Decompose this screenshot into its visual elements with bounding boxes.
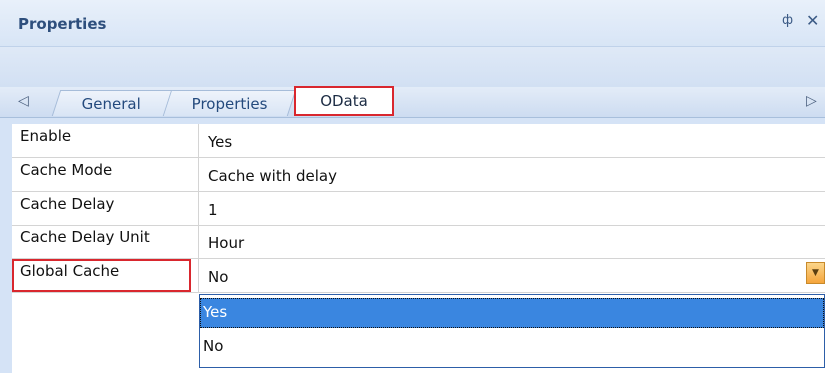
property-row-enable[interactable]: Enable Yes [12, 124, 825, 158]
property-name: Global Cache [12, 259, 199, 292]
grid-left-margin [0, 124, 12, 373]
property-value[interactable]: 1 [200, 192, 825, 225]
property-row-cache-mode[interactable]: Cache Mode Cache with delay [12, 158, 825, 192]
property-value[interactable]: Yes [200, 124, 825, 157]
tab-general-label: General [82, 94, 142, 113]
property-row-cache-delay[interactable]: Cache Delay 1 [12, 192, 825, 226]
dropdown-arrow-button[interactable]: ▼ [806, 262, 825, 284]
pin-icon[interactable]: ф [782, 13, 793, 28]
tab-odata-label: OData [320, 92, 368, 110]
tab-general[interactable]: General [51, 90, 173, 116]
property-value[interactable]: Cache with delay [200, 158, 825, 191]
panel-title: Properties [18, 15, 107, 33]
property-name: Cache Delay [12, 192, 199, 225]
property-value-dropdown[interactable]: No [200, 259, 825, 292]
dropdown-list: Yes No [199, 294, 825, 368]
dropdown-option-no[interactable]: No [200, 332, 824, 362]
close-icon[interactable]: ✕ [806, 11, 819, 30]
tab-odata[interactable]: OData [294, 86, 394, 116]
tab-properties[interactable]: Properties [163, 90, 297, 116]
property-row-cache-delay-unit[interactable]: Cache Delay Unit Hour [12, 225, 825, 259]
tab-scroll-right-icon[interactable]: ▷ [806, 93, 817, 109]
panel-titlebar: Properties ф ✕ [0, 0, 825, 47]
panel-toolbar-area [0, 47, 825, 87]
properties-panel: Properties ф ✕ ◁ General Properties ODat… [0, 0, 825, 373]
property-name: Cache Delay Unit [12, 225, 199, 258]
property-row-global-cache[interactable]: Global Cache No [12, 259, 825, 293]
tab-scroll-left-icon[interactable]: ◁ [18, 93, 29, 109]
dropdown-option-yes[interactable]: Yes [200, 298, 824, 328]
property-value[interactable]: Hour [200, 225, 825, 258]
property-name: Cache Mode [12, 158, 199, 191]
tab-properties-label: Properties [191, 94, 268, 113]
property-name: Enable [12, 124, 199, 157]
